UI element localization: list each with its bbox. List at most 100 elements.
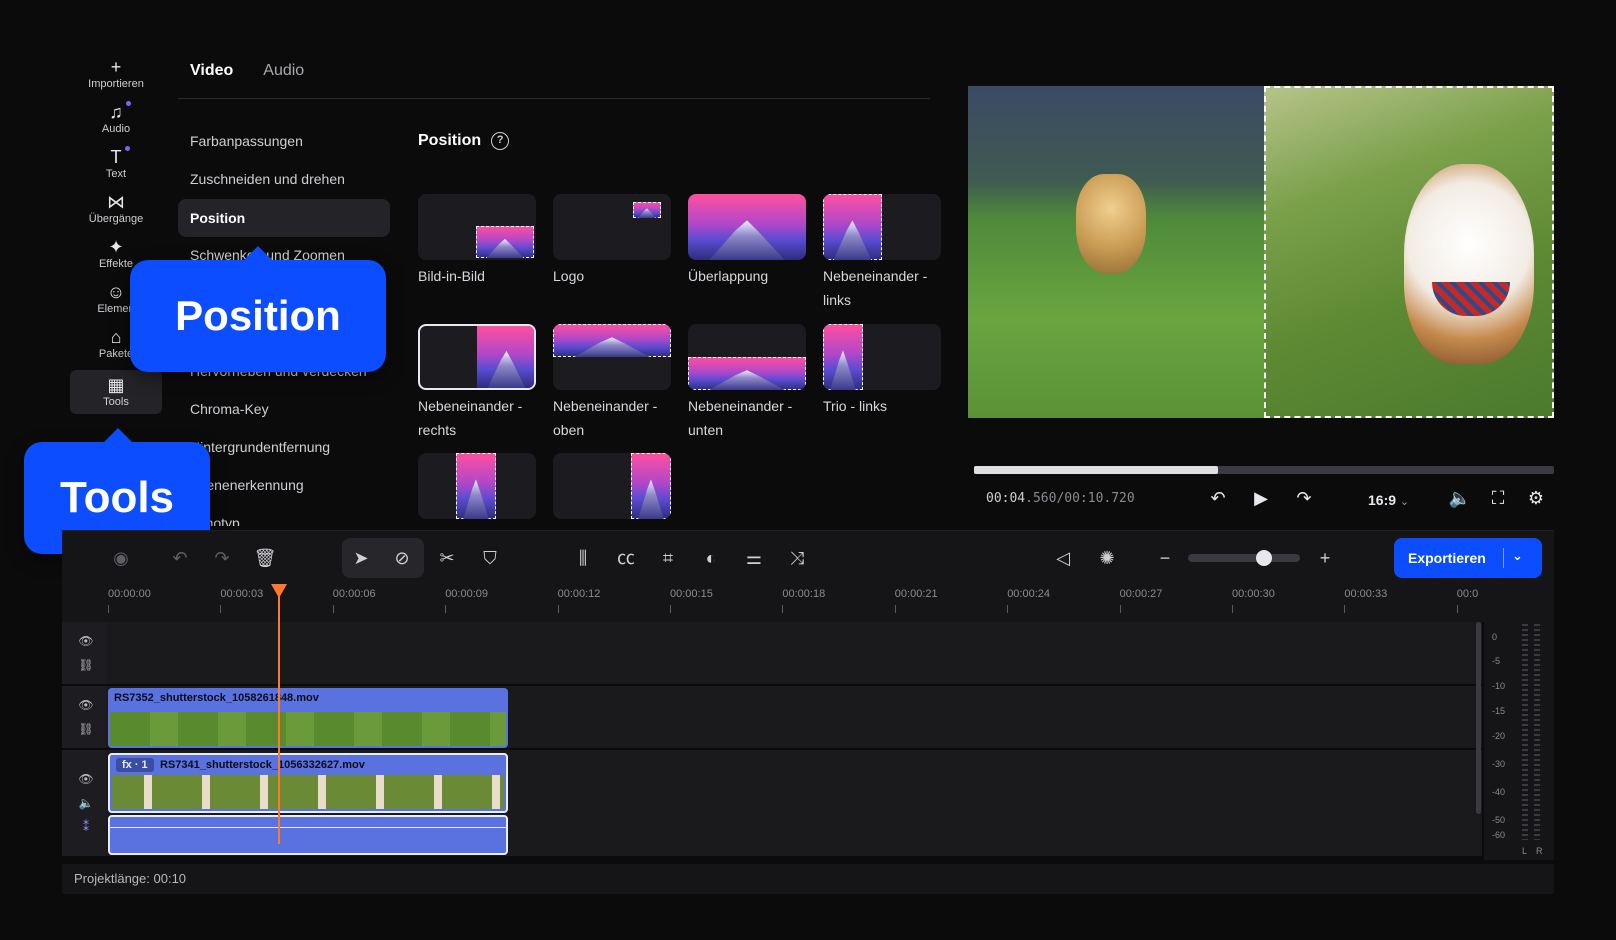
split-audio-icon[interactable]: ⫼ (570, 545, 596, 571)
playhead[interactable] (278, 588, 280, 844)
razor-icon[interactable]: ⊘ (389, 545, 415, 571)
layout-preview (688, 194, 806, 260)
transition-icon: ⋈ (107, 192, 125, 212)
zoom-slider-handle[interactable] (1256, 550, 1272, 566)
redo-jump-icon[interactable]: ↷ (1292, 488, 1316, 509)
submenu-item[interactable]: Chroma-Key (178, 390, 390, 428)
clip-title: RS7341_shutterstock_1056332627.mov (160, 759, 365, 771)
track-empty (62, 622, 1482, 684)
undo-icon[interactable]: ↶ (167, 545, 193, 571)
rail-item-transitions[interactable]: ⋈ Übergänge (70, 187, 162, 231)
layout-label: Trio - links (823, 398, 888, 414)
crop-icon[interactable]: ⌗ (655, 545, 681, 571)
eye-icon[interactable]: 👁 (78, 698, 94, 712)
layout-preview (477, 326, 534, 388)
rail-item-label: Übergänge (88, 213, 144, 225)
waveform-icon[interactable]: ⁑ (78, 820, 94, 834)
eye-icon[interactable]: 👁 (78, 634, 94, 648)
select-pointer-icon[interactable]: ➤ (348, 545, 374, 571)
meter-db-label: -30 (1492, 759, 1506, 769)
plus-icon: + (110, 57, 122, 77)
ruler-tick-label: 00:00:27 (1119, 588, 1163, 600)
layout-side-by-side-right[interactable] (418, 324, 536, 390)
scissors-icon[interactable]: ✂ (434, 545, 460, 571)
layout-side-by-side-bottom[interactable] (688, 324, 806, 390)
chevron-down-icon[interactable]: ⌄ (1512, 548, 1523, 564)
timecode-current: 00:04 (986, 491, 1026, 506)
layout-overlap[interactable] (688, 194, 806, 260)
audio-detach-icon[interactable]: ◁ (1050, 545, 1076, 571)
tab-audio[interactable]: Audio (263, 62, 304, 80)
layout-picture-in-picture[interactable] (418, 194, 536, 260)
magic-icon[interactable]: ✺ (1094, 545, 1120, 571)
timeline-scrollbar[interactable] (1476, 622, 1481, 814)
meter-db-label: -5 (1492, 656, 1501, 666)
shield-icon[interactable]: ⛉ (477, 545, 503, 571)
layout-side-by-side-top[interactable] (553, 324, 671, 390)
ruler-tick-label: 00:00:03 (220, 588, 264, 600)
tab-video[interactable]: Video (190, 62, 233, 80)
zoom-out-icon[interactable]: − (1152, 545, 1178, 571)
export-button[interactable]: Exportieren ⌄ (1394, 538, 1542, 578)
layout-label: Nebeneinander - oben (553, 398, 658, 438)
video-clip[interactable]: RS7352_shutterstock_1058261848.mov (108, 688, 508, 748)
playback-progress[interactable] (974, 466, 1554, 474)
project-length: Projektlänge: 00:10 (74, 871, 187, 886)
video-clip-selected[interactable]: fx · 1 RS7341_shutterstock_1056332627.mo… (108, 753, 508, 813)
zoom-slider[interactable] (1188, 554, 1300, 562)
ruler-tick-label: 00:00:15 (670, 588, 713, 600)
video-preview[interactable] (968, 86, 1554, 418)
layout-option[interactable] (553, 453, 671, 519)
layout-logo[interactable] (553, 194, 671, 260)
play-icon[interactable]: ▶ (1249, 488, 1273, 509)
meter-db-label: 0 (1492, 632, 1498, 642)
adjust-sliders-icon[interactable]: ⚌ (741, 545, 767, 571)
rail-item-audio[interactable]: ♫ Audio (70, 97, 162, 141)
new-dot (124, 146, 130, 151)
zoom-in-icon[interactable]: + (1312, 545, 1338, 571)
layout-side-by-side-left[interactable] (823, 194, 941, 260)
link-icon[interactable]: ⛓ (78, 658, 94, 672)
undo-jump-icon[interactable]: ↶ (1206, 488, 1230, 509)
position-title: Position (418, 132, 482, 149)
rail-item-text[interactable]: T Text (70, 142, 162, 186)
unlink-icon[interactable]: ⛓ (78, 722, 94, 736)
fullscreen-icon[interactable]: ⛶ (1486, 488, 1510, 509)
color-icon[interactable]: ◐ (698, 545, 724, 571)
audio-clip[interactable] (108, 815, 508, 855)
redo-icon[interactable]: ↷ (209, 545, 235, 571)
speaker-icon[interactable]: 🔈 (78, 796, 94, 810)
preview-right-video[interactable] (1264, 86, 1554, 418)
layout-trio-left[interactable] (823, 324, 941, 390)
ruler-tick-label: 00:00:12 (557, 588, 601, 600)
submenu-item[interactable]: Zuschneiden und drehen (178, 160, 390, 198)
submenu-item[interactable]: Farbanpassungen (178, 122, 390, 160)
volume-icon[interactable]: 🔈 (1448, 488, 1472, 509)
layout-label: Logo (553, 268, 585, 284)
ruler-tick (1007, 605, 1009, 613)
meter-channel-right: R (1536, 846, 1543, 856)
layout-option[interactable] (418, 453, 536, 519)
submenu-item-position[interactable]: Position (178, 199, 390, 237)
rail-item-import[interactable]: + Importieren (70, 52, 162, 96)
record-icon[interactable]: ◉ (108, 545, 134, 571)
eye-icon[interactable]: 👁 (78, 772, 94, 786)
text-icon: T (111, 146, 130, 168)
meter-db-label: -10 (1492, 681, 1506, 691)
rail-item-tools[interactable]: ▦ Tools (70, 370, 162, 414)
ruler-tick-label: 00:00:00 (108, 588, 151, 600)
help-icon[interactable]: ? (491, 132, 510, 150)
meter-db-label: -15 (1492, 706, 1506, 716)
settings-gear-icon[interactable]: ⚙ (1524, 488, 1548, 509)
stabilize-icon[interactable]: ⤨ (784, 545, 810, 571)
rail-item-label: Audio (101, 123, 131, 135)
position-heading: Position ? (418, 132, 510, 150)
export-divider (1503, 548, 1504, 568)
audio-volume-line[interactable] (110, 827, 506, 828)
trash-icon[interactable]: 🗑 (252, 545, 278, 571)
ruler-tick (1119, 605, 1121, 613)
captions-icon[interactable]: ㏄ (613, 545, 639, 571)
meter-bar-left (1522, 624, 1528, 840)
aspect-ratio-select[interactable]: 16:9 ⌄ (1368, 492, 1409, 508)
layout-preview (553, 324, 671, 357)
